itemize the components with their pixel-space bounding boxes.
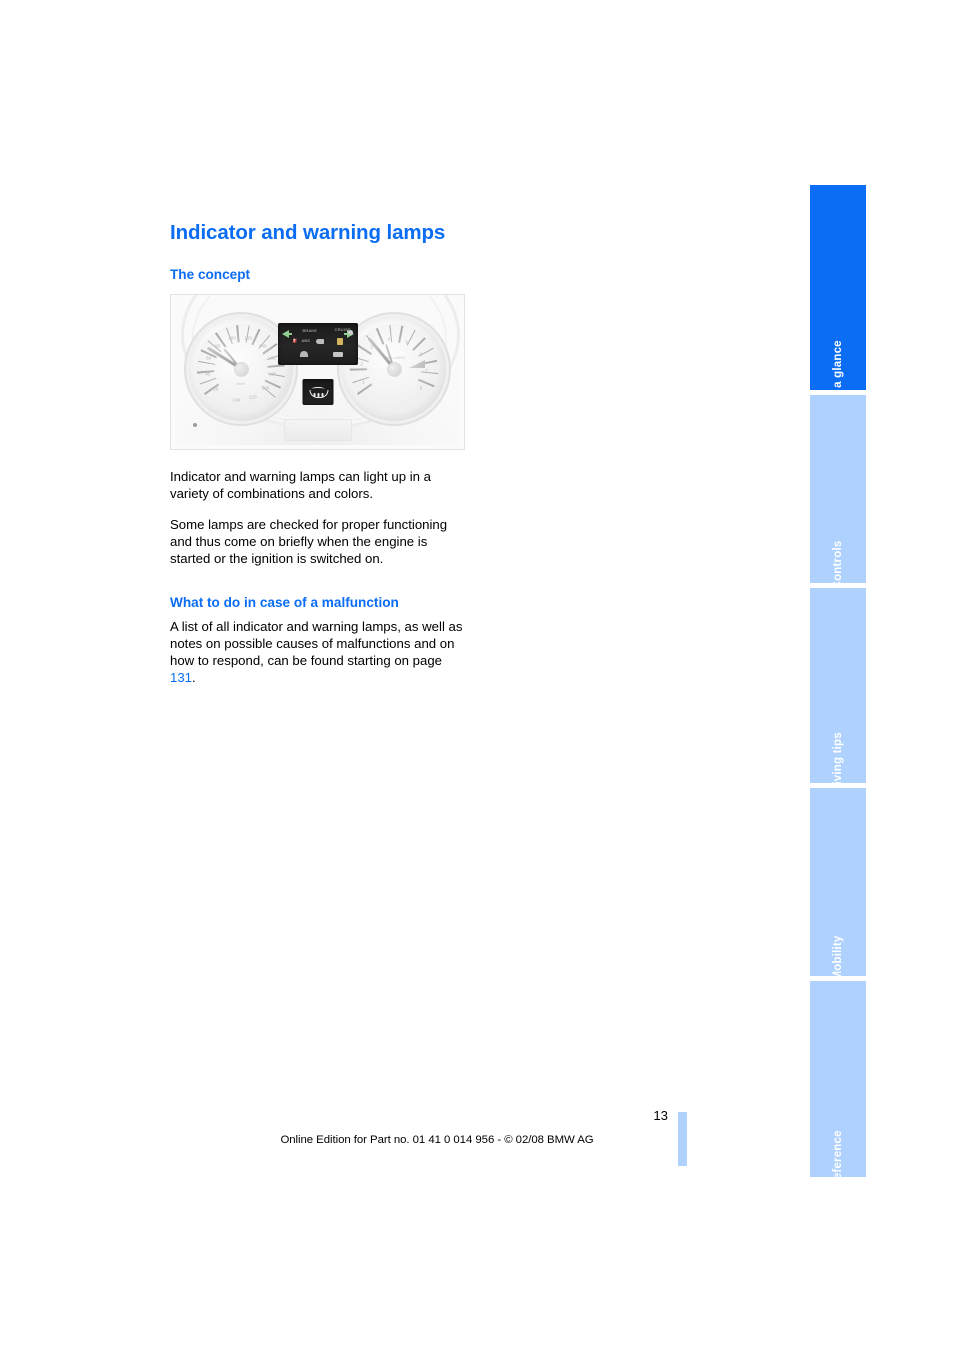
tachometer-tick-label: 8 <box>419 385 423 391</box>
speedometer-tick-label: 40 <box>205 371 211 376</box>
paragraph-malfunction-text: A list of all indicator and warning lamp… <box>170 618 463 669</box>
speedometer-tick-label: 80 <box>215 343 221 349</box>
sidebar-tab-label: Controls <box>832 540 844 590</box>
tachometer-hub <box>387 362 401 376</box>
indicator-lamp-panel: BRAKE ABS ⛽ CRUISE <box>277 323 358 365</box>
sidebar-tab-controls[interactable]: Controls <box>810 395 866 589</box>
airbag-indicator-icon <box>299 351 308 357</box>
fuel-warning-icon: ⛽ <box>292 338 298 343</box>
engine-coolant-warning-icon <box>309 386 328 398</box>
tachometer-tick-label: 6 <box>419 351 423 357</box>
paragraph-malfunction: A list of all indicator and warning lamp… <box>170 618 470 687</box>
tachometer-tick-label: 7 <box>425 368 428 374</box>
manual-page: Indicator and warning lamps The concept … <box>0 0 954 1350</box>
tachometer-tick-label: 4 <box>387 336 390 342</box>
brake-warning-icon: BRAKE <box>302 328 318 333</box>
paragraph-malfunction-suffix: . <box>192 670 196 686</box>
speedometer-tick-label: 120 <box>244 335 253 341</box>
speedometer-tick-label: 60 <box>206 355 212 361</box>
section-heading-the-concept: The concept <box>170 266 251 282</box>
speedometer-unit-label: km/h <box>236 381 246 386</box>
page-number: 13 <box>653 1108 668 1123</box>
sidebar-tab-mobility[interactable]: Mobility <box>810 788 866 981</box>
figure-instrument-cluster: 20 40 60 80 100 120 140 160 180 200 220 … <box>170 294 465 450</box>
tachometer-tick-label: 5 <box>405 339 408 345</box>
abs-indicator-icon: ABS <box>301 338 311 343</box>
speedometer-tick-label: 160 <box>267 355 276 361</box>
speedometer-tick-label: 220 <box>248 394 257 400</box>
cluster-lower-trim <box>283 419 352 441</box>
sidebar-tab-at-a-glance[interactable]: At a glance <box>810 185 866 404</box>
figure-frame: 20 40 60 80 100 120 140 160 180 200 220 … <box>170 294 465 450</box>
sidebar-tab-driving-tips[interactable]: Driving tips <box>810 588 866 798</box>
tachometer-gauge: 1 2 3 4 5 6 7 8 1/min x1000 <box>342 317 446 421</box>
engine-coolant-warning-lamp <box>302 379 333 405</box>
speedometer-hub <box>234 362 248 376</box>
speedometer-tick-label: 20 <box>213 386 219 392</box>
section-tab-rail: At a glance Controls Driving tips Mobili… <box>810 185 866 1188</box>
speedometer-face: 20 40 60 80 100 120 140 160 180 200 220 … <box>196 324 286 414</box>
content-column: Indicator and warning lamps The concept … <box>170 221 470 687</box>
tachometer-tick-label: 1 <box>362 379 365 385</box>
footer: Online Edition for Part no. 01 41 0 014 … <box>0 1130 954 1148</box>
page-title: Indicator and warning lamps <box>170 221 446 244</box>
cluster-reset-button <box>193 423 197 427</box>
door-open-icon <box>332 352 343 357</box>
high-beam-icon <box>315 339 324 344</box>
speedometer-tick-label: 200 <box>261 385 270 391</box>
speedometer-tick-label: 100 <box>228 335 236 341</box>
tachometer-tick-label: 2 <box>360 361 363 367</box>
footer-copyright-text: Online Edition for Part no. 01 41 0 014 … <box>280 1134 594 1146</box>
speedometer-tick-label: 180 <box>268 371 277 376</box>
turn-signal-left-tail <box>287 333 292 335</box>
speedometer-tick-label: 140 <box>258 343 267 349</box>
page-reference-link[interactable]: 131 <box>170 670 192 685</box>
tachometer-face: 1 2 3 4 5 6 7 8 1/min x1000 <box>349 324 439 414</box>
paragraph-concept-2: Some lamps are checked for proper functi… <box>170 516 448 566</box>
section-heading-malfunction: What to do in case of a malfunction <box>170 595 399 611</box>
seat-belt-icon <box>336 338 343 345</box>
speedometer-tick-label: 240 <box>232 397 241 403</box>
lamp-indicator-icon <box>347 330 353 335</box>
paragraph-concept-1: Indicator and warning lamps can light up… <box>170 469 431 502</box>
sidebar-tab-label: Mobility <box>832 935 844 981</box>
